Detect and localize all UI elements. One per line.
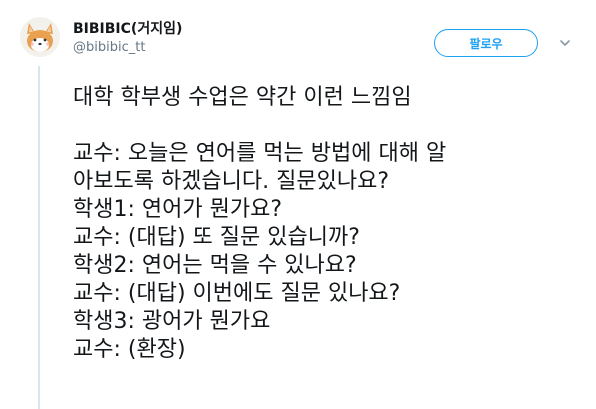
follow-button-label: 팔로우: [469, 36, 503, 51]
tweet-line-professor-2: 교수: (대답) 또 질문 있습니까?: [73, 225, 360, 250]
avatar[interactable]: [20, 17, 60, 57]
tweet-line-professor-4: 교수: (환장): [73, 337, 186, 362]
shiba-dog-icon: [20, 17, 60, 57]
handle[interactable]: @bibibic_tt: [73, 39, 182, 57]
display-name[interactable]: BIBIBIC(거지임): [73, 20, 182, 38]
follow-button[interactable]: 팔로우: [434, 29, 538, 57]
tweet-line-professor-1b: 아보도록 하겠습니다. 질문있나요?: [73, 169, 390, 194]
tweet-line-student-1: 학생1: 연어가 뭔가요?: [73, 197, 282, 222]
tweet-text: 대학 학부생 수업은 약간 이런 느낌임 교수: 오늘은 연어를 먹는 방법에 …: [73, 84, 583, 364]
tweet-line-student-2: 학생2: 연어는 먹을 수 있나요?: [73, 253, 357, 278]
chevron-down-icon[interactable]: [558, 36, 572, 50]
tweet-line-professor-3: 교수: (대답) 이번에도 질문 있나요?: [73, 281, 401, 306]
thread-line: [38, 66, 40, 409]
tweet-line-professor-1a: 교수: 오늘은 연어를 먹는 방법에 대해 알: [73, 141, 447, 166]
tweet-line-intro: 대학 학부생 수업은 약간 이런 느낌임: [73, 85, 412, 110]
user-block: BIBIBIC(거지임) @bibibic_tt: [73, 20, 182, 57]
tweet-line-student-3: 학생3: 광어가 뭔가요: [73, 309, 271, 334]
